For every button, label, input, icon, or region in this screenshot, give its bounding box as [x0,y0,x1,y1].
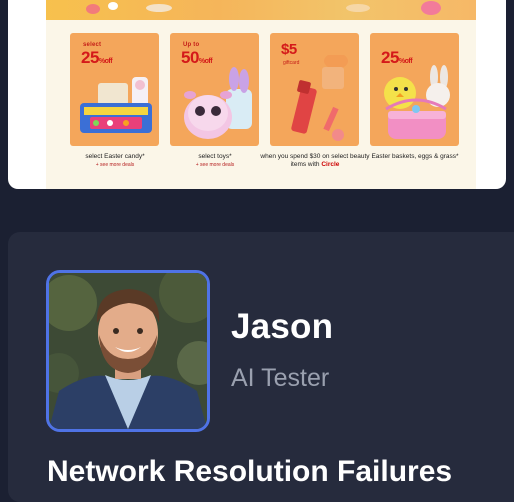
circle-brand: Circle [321,161,340,168]
offer-caption: when you spend $30 on select beauty item… [260,153,370,168]
article-title[interactable]: Network Resolution Failures [47,455,452,489]
profile-role: AI Tester [231,364,330,392]
offer-tile-candy[interactable]: select 25%off [70,33,159,146]
promo-card[interactable]: select 25%off select Easter candy* + see… [8,0,506,189]
easter-basket-icon [376,61,456,146]
person-photo-icon [49,273,207,429]
banner-decoration [421,1,441,15]
offer-percent: 25%off [81,48,113,67]
offer-caption: select toys* [198,153,232,160]
offer-link[interactable]: + see more deals [60,162,170,168]
plush-bunny-icon [180,63,258,146]
offer-tile-beauty[interactable]: $5 giftcard [270,33,359,146]
lipstick-icon [278,53,358,146]
banner-decoration [146,4,172,12]
offer-link[interactable]: + see more deals [160,162,270,168]
offer-caption: select Easter candy* [85,153,145,160]
offer-tile-baskets[interactable]: 25%off [370,33,459,146]
profile-name: Jason [231,307,334,346]
promo-ad[interactable]: select 25%off select Easter candy* + see… [46,0,476,189]
banner-decoration [108,2,118,10]
avatar [46,270,210,432]
offer-caption: Easter baskets, eggs & grass* [371,153,459,160]
banner-decoration [346,4,370,12]
offer-tile-toys[interactable]: Up to 50%off [170,33,259,146]
easter-candy-icon [76,75,156,146]
banner-decoration [86,4,100,14]
promo-banner [46,0,476,20]
